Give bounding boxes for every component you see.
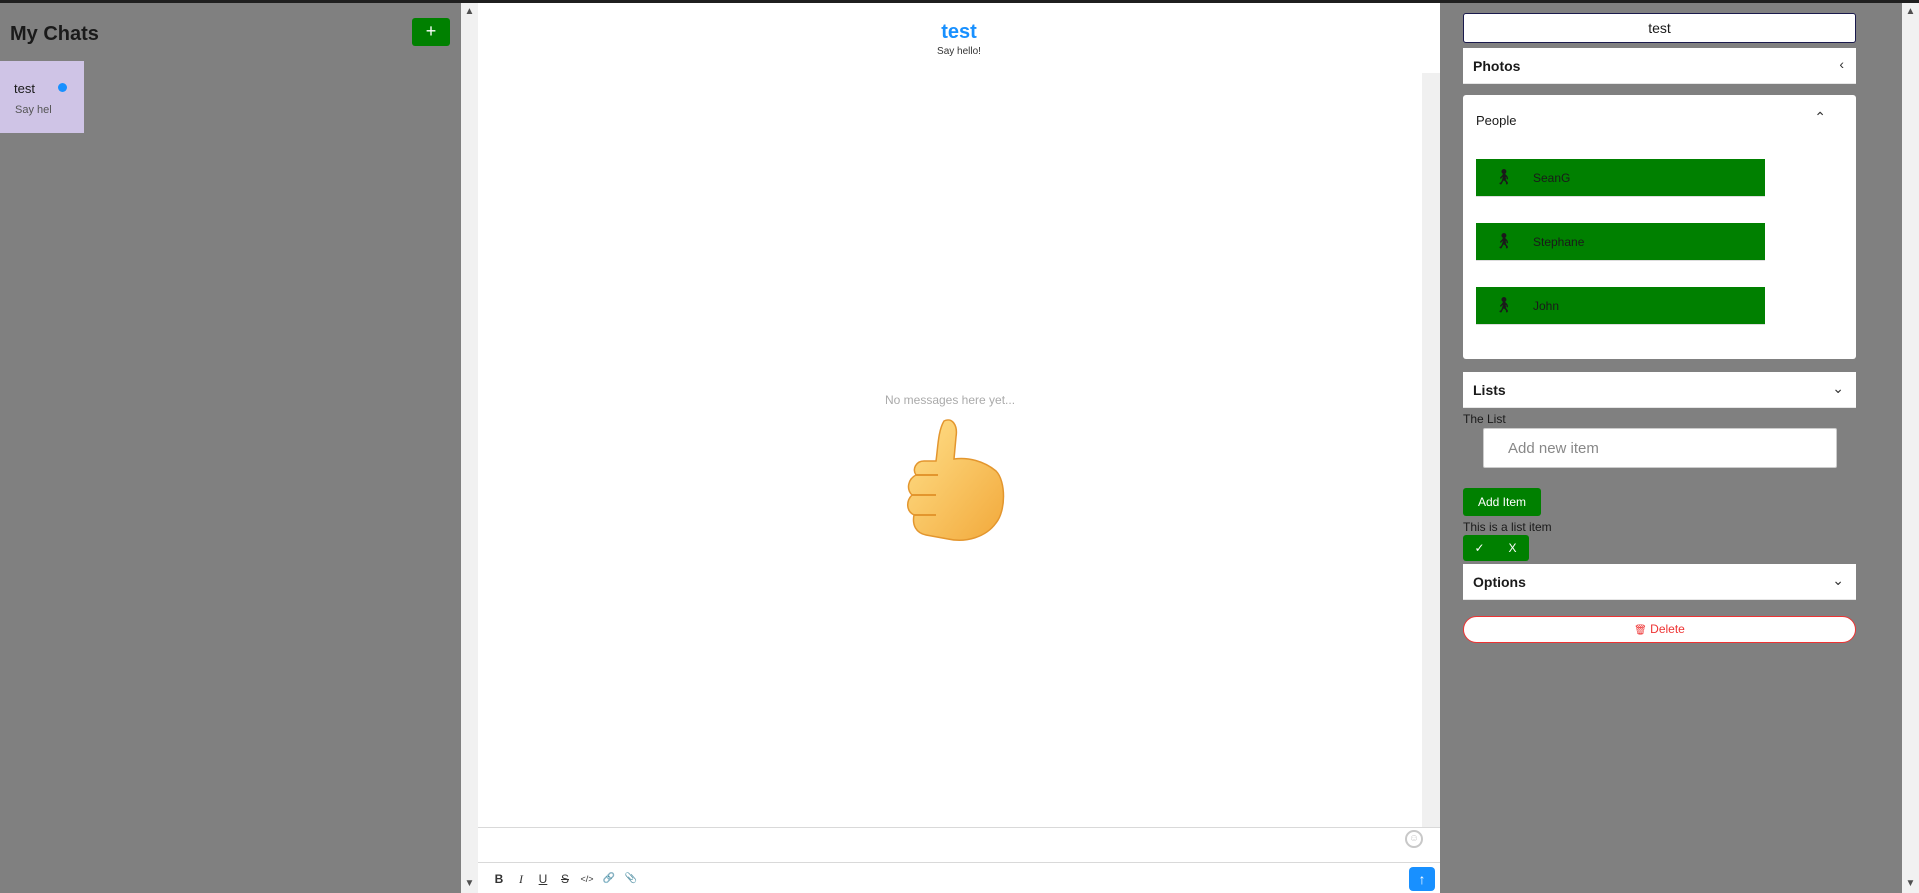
chat-card-title: test <box>14 81 35 96</box>
app-root: My Chats + test Say hel ▲ ▼ test Say hel… <box>0 0 1919 893</box>
options-section-header[interactable]: Options ⌄ <box>1463 564 1856 600</box>
person-name: Stephane <box>1533 235 1585 249</box>
chat-title-field[interactable]: test <box>1463 13 1856 43</box>
chat-header-title: test <box>941 21 977 43</box>
delete-label: Delete <box>1650 622 1685 636</box>
format-toolbar: B I U S </> 🔗 📎 <box>488 869 642 889</box>
chat-header-subtitle: Say hello! <box>937 46 981 57</box>
person-name: John <box>1533 299 1560 313</box>
person-icon: 🚶︎ <box>1494 233 1514 250</box>
trash-icon: 🗑 <box>1634 625 1647 636</box>
underline-button[interactable]: U <box>532 869 554 889</box>
lists-section-header[interactable]: Lists ⌄ <box>1463 372 1856 408</box>
people-section: People ⌃ 🚶︎ SeanG 🚶︎ Stephane 🚶︎ John <box>1463 95 1856 359</box>
person-icon: 🚶︎ <box>1494 169 1514 186</box>
person-icon: 🚶︎ <box>1494 297 1514 314</box>
scroll-up-icon[interactable]: ▲ <box>1902 3 1919 20</box>
complete-item-button[interactable]: ✓ <box>1463 535 1496 561</box>
chat-feed: test Say hello! No messages here yet... … <box>478 3 1440 893</box>
person-name: SeanG <box>1533 171 1571 185</box>
chat-card[interactable]: test Say hel <box>0 61 84 133</box>
scroll-down-icon[interactable]: ▼ <box>461 875 478 892</box>
empty-messages-text: No messages here yet... <box>884 393 1016 407</box>
add-item-input[interactable] <box>1483 428 1837 468</box>
person-item[interactable]: 🚶︎ Stephane <box>1476 223 1765 261</box>
scroll-down-icon[interactable]: ▼ <box>1902 875 1919 892</box>
options-section-label: Options <box>1473 574 1526 590</box>
chat-settings-panel: test Photos ‹ People ⌃ 🚶︎ SeanG 🚶︎ Steph… <box>1440 3 1919 893</box>
italic-button[interactable]: I <box>510 869 532 889</box>
bold-button[interactable]: B <box>488 869 510 889</box>
person-item[interactable]: 🚶︎ SeanG <box>1476 159 1765 197</box>
chat-list-sidebar: My Chats + test Say hel <box>0 3 460 893</box>
chevron-up-icon[interactable]: ⌃ <box>1814 109 1826 126</box>
new-chat-button[interactable]: + <box>412 18 450 46</box>
chat-scrollbar[interactable]: ▲ ▼ <box>461 3 478 893</box>
chat-card-preview: Say hel <box>15 104 52 116</box>
remove-item-button[interactable]: X <box>1496 535 1529 561</box>
photos-section-header[interactable]: Photos ‹ <box>1463 48 1856 84</box>
chevron-down-icon: ⌄ <box>1832 380 1844 396</box>
list-item: This is a list item <box>1463 520 1552 534</box>
emoji-picker-icon[interactable]: ☺ <box>1405 830 1423 848</box>
link-icon[interactable]: 🔗 <box>598 869 620 889</box>
feed-scrollbar[interactable] <box>1422 73 1440 827</box>
scroll-up-icon[interactable]: ▲ <box>461 3 478 20</box>
lists-section-label: Lists <box>1473 382 1506 398</box>
send-button[interactable]: ↑ <box>1409 867 1435 891</box>
person-item[interactable]: 🚶︎ John <box>1476 287 1765 325</box>
page-scrollbar[interactable]: ▲ ▼ <box>1902 3 1919 893</box>
strikethrough-button[interactable]: S <box>554 869 576 889</box>
message-input[interactable] <box>478 827 1440 863</box>
list-title: The List <box>1463 412 1506 426</box>
delete-chat-button[interactable]: 🗑 Delete <box>1463 616 1856 643</box>
people-section-label: People <box>1476 113 1517 128</box>
code-button[interactable]: </> <box>576 869 598 889</box>
photos-section-label: Photos <box>1473 58 1521 74</box>
add-item-button[interactable]: Add Item <box>1463 488 1541 516</box>
chat-list-title: My Chats <box>10 23 99 45</box>
thumbs-up-icon <box>907 419 1005 541</box>
attach-icon[interactable]: 📎 <box>620 869 642 889</box>
chevron-down-icon: ⌄ <box>1832 572 1844 588</box>
chevron-left-icon: ‹ <box>1839 56 1844 72</box>
unread-dot-icon <box>58 83 67 92</box>
